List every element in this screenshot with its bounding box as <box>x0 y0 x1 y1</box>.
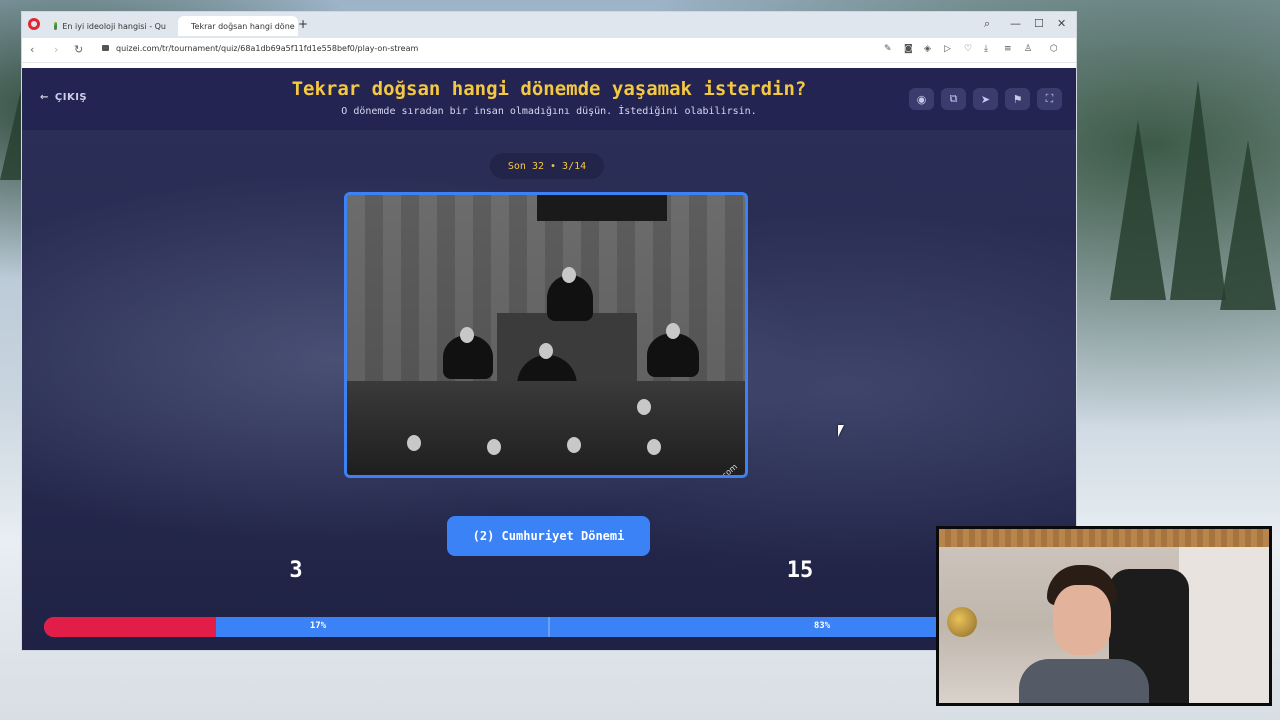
photo-face <box>407 435 421 451</box>
vote-result-bar: 17% 83% <box>44 617 1054 637</box>
share-icon[interactable]: ⧉ <box>941 88 966 110</box>
photo-face <box>567 437 581 453</box>
vote-bar-divider <box>548 617 550 637</box>
browser-window: En iyi ideoloji hangisi - Qu Tekrar doğs… <box>22 12 1076 650</box>
heart-icon[interactable]: ♡ <box>964 44 972 54</box>
download-icon[interactable]: ⤓ <box>984 44 988 54</box>
back-icon[interactable]: ‹ <box>30 43 34 56</box>
photo-face <box>562 267 576 283</box>
vote-bar-left-fill <box>44 617 216 637</box>
vote-count-left: 3 <box>289 558 303 583</box>
wallpaper-tree <box>1170 80 1226 300</box>
webcam-ceiling <box>939 529 1269 547</box>
shield-icon[interactable]: ◈ <box>924 44 931 54</box>
photo-face <box>487 439 501 455</box>
url-field[interactable]: quizei.com/tr/tournament/quiz/68a1db69a5… <box>116 44 418 53</box>
favicon-icon <box>54 22 58 30</box>
vote-percent-left: 17% <box>309 621 327 631</box>
tab-bar: En iyi ideoloji hangisi - Qu Tekrar doğs… <box>22 12 1076 38</box>
choice-image[interactable]: www.ataturk.com <box>344 192 748 478</box>
camera-icon[interactable]: ◙ <box>904 44 913 54</box>
send-icon[interactable]: ➤ <box>973 88 998 110</box>
vote-count-right: 15 <box>786 558 814 583</box>
reload-icon[interactable]: ↻ <box>74 43 83 56</box>
new-tab-icon[interactable]: + <box>298 17 308 31</box>
account-icon[interactable]: ♙ <box>1024 44 1032 54</box>
photo-bench <box>347 381 745 475</box>
play-icon[interactable]: ▷ <box>944 44 951 54</box>
menu-icon[interactable]: ≡ <box>1004 44 1012 54</box>
edit-icon[interactable]: ✎ <box>884 44 892 54</box>
eye-icon[interactable]: ◉ <box>909 88 934 110</box>
globe-icon <box>947 607 977 637</box>
search-tabs-icon[interactable]: ⌕ <box>984 17 990 31</box>
photo-figure <box>647 333 699 377</box>
minimize-icon[interactable]: — <box>1010 17 1021 30</box>
quiz-page: ← ÇIKIŞ Tekrar doğsan hangi dönemde yaşa… <box>22 68 1076 650</box>
extension-icon[interactable]: ⬡ <box>1050 44 1058 54</box>
tab-label: Tekrar doğsan hangi döne <box>191 21 295 31</box>
round-indicator: Son 32 • 3/14 <box>490 153 604 179</box>
mouse-cursor <box>838 425 844 437</box>
photo-board <box>537 195 667 221</box>
streamer-face <box>1053 585 1111 655</box>
opera-logo-icon[interactable] <box>28 18 40 30</box>
streamer-body <box>1019 659 1149 703</box>
tab-inactive[interactable]: En iyi ideoloji hangisi - Qu <box>46 16 174 36</box>
wallpaper-tree <box>1110 120 1166 300</box>
wallpaper-tree <box>1220 140 1276 310</box>
forward-icon[interactable]: › <box>54 43 58 56</box>
flag-icon[interactable]: ⚑ <box>1005 88 1030 110</box>
streamer <box>1019 565 1149 703</box>
photo-face <box>539 343 553 359</box>
webcam-shelf <box>1179 547 1269 703</box>
tab-active[interactable]: Tekrar doğsan hangi döne <box>178 16 298 36</box>
photo-face <box>637 399 651 415</box>
photo-face <box>460 327 474 343</box>
choice-label-button[interactable]: (2) Cumhuriyet Dönemi <box>447 516 650 556</box>
fullscreen-icon[interactable]: ⛶ <box>1037 88 1062 110</box>
quiz-header: ← ÇIKIŞ Tekrar doğsan hangi dönemde yaşa… <box>22 68 1076 130</box>
vote-percent-right: 83% <box>813 621 831 631</box>
maximize-icon[interactable]: ☐ <box>1034 17 1044 30</box>
close-icon[interactable]: ✕ <box>1057 17 1066 30</box>
lock-icon <box>102 45 109 51</box>
photo-face <box>666 323 680 339</box>
photo-face <box>647 439 661 455</box>
webcam-overlay <box>936 526 1272 706</box>
tab-label: En iyi ideoloji hangisi - Qu <box>62 21 166 31</box>
address-bar: ‹ › ↻ quizei.com/tr/tournament/quiz/68a1… <box>22 38 1076 63</box>
